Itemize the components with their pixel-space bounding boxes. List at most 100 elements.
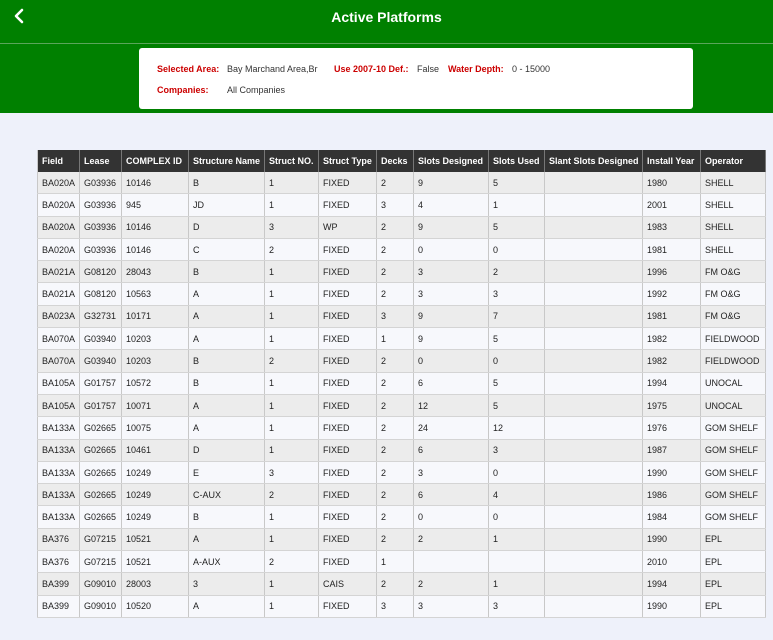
cell-slots-designed: 12 bbox=[413, 394, 489, 418]
cell-struct-no: 1 bbox=[264, 595, 319, 618]
cell-install-year: 1981 bbox=[642, 238, 701, 262]
table-row[interactable]: BA105A G01757 10071 A 1 FIXED 2 12 5 1975 UNOCAL bbox=[37, 394, 766, 418]
table-row[interactable]: BA133A G02665 10461 D 1 FIXED 2 6 3 1987 GOM SHELF bbox=[37, 439, 766, 462]
selected-area-label: Selected Area: bbox=[157, 64, 220, 74]
cell-decks: 1 bbox=[376, 327, 414, 351]
table-row[interactable]: BA376 G07215 10521 A 1 FIXED 2 2 1 1990 EPL bbox=[37, 528, 766, 552]
cell-complex-id: 10520 bbox=[121, 595, 189, 618]
cell-lease: G01757 bbox=[79, 372, 122, 395]
page-title: Active Platforms bbox=[331, 9, 442, 25]
cell-slots-designed: 9 bbox=[413, 216, 489, 239]
column-header-slots-designed[interactable]: Slots Designed bbox=[413, 150, 489, 172]
table-row[interactable]: BA020A G03936 945 JD 1 FIXED 3 4 1 2001 SHELL bbox=[37, 193, 766, 217]
column-header-slant-slots-designed[interactable]: Slant Slots Designed bbox=[544, 150, 643, 172]
cell-slant-slots-designed bbox=[544, 505, 643, 529]
column-header-field[interactable]: Field bbox=[37, 150, 80, 172]
cell-complex-id: 10521 bbox=[121, 550, 189, 574]
cell-struct-type: FIXED bbox=[318, 305, 377, 329]
column-header-struct-type[interactable]: Struct Type bbox=[318, 150, 377, 172]
cell-struct-type: FIXED bbox=[318, 416, 377, 440]
table-row[interactable]: BA133A G02665 10249 E 3 FIXED 2 3 0 1990 GOM SHELF bbox=[37, 461, 766, 485]
cell-lease: G02665 bbox=[79, 505, 122, 529]
table-row[interactable]: BA020A G03936 10146 D 3 WP 2 9 5 1983 SHELL bbox=[37, 216, 766, 239]
column-header-lease[interactable]: Lease bbox=[79, 150, 122, 172]
cell-structure-name: E bbox=[188, 461, 265, 485]
cell-complex-id: 10146 bbox=[121, 172, 189, 195]
cell-slots-designed: 0 bbox=[413, 505, 489, 529]
column-header-slots-used[interactable]: Slots Used bbox=[488, 150, 545, 172]
cell-install-year: 1980 bbox=[642, 172, 701, 195]
cell-slots-designed: 3 bbox=[413, 260, 489, 284]
cell-install-year: 1986 bbox=[642, 483, 701, 507]
table-row[interactable]: BA020A G03936 10146 C 2 FIXED 2 0 0 1981 SHELL bbox=[37, 238, 766, 262]
table-row[interactable]: BA070A G03940 10203 A 1 FIXED 1 9 5 1982 FIELDWOOD bbox=[37, 327, 766, 351]
cell-slant-slots-designed bbox=[544, 305, 643, 329]
cell-slots-used: 5 bbox=[488, 372, 545, 395]
cell-struct-type: FIXED bbox=[318, 372, 377, 395]
cell-operator: EPL bbox=[700, 572, 766, 596]
cell-struct-type: FIXED bbox=[318, 327, 377, 351]
column-header-struct-no[interactable]: Struct NO. bbox=[264, 150, 319, 172]
cell-structure-name: JD bbox=[188, 193, 265, 217]
cell-operator: GOM SHELF bbox=[700, 439, 766, 462]
cell-complex-id: 10146 bbox=[121, 238, 189, 262]
table-row[interactable]: BA133A G02665 10249 B 1 FIXED 2 0 0 1984 GOM SHELF bbox=[37, 505, 766, 529]
cell-slots-designed: 24 bbox=[413, 416, 489, 440]
cell-install-year: 1975 bbox=[642, 394, 701, 418]
cell-slots-used: 0 bbox=[488, 505, 545, 529]
cell-structure-name: D bbox=[188, 216, 265, 239]
cell-field: BA105A bbox=[37, 394, 80, 418]
cell-field: BA070A bbox=[37, 327, 80, 351]
table-row[interactable]: BA399 G09010 10520 A 1 FIXED 3 3 3 1990 EPL bbox=[37, 595, 766, 618]
cell-operator: SHELL bbox=[700, 172, 766, 195]
table-row[interactable]: BA023A G32731 10171 A 1 FIXED 3 9 7 1981 FM O&G bbox=[37, 305, 766, 329]
cell-slots-used: 4 bbox=[488, 483, 545, 507]
cell-complex-id: 10071 bbox=[121, 394, 189, 418]
cell-slots-designed: 4 bbox=[413, 193, 489, 217]
table-row[interactable]: BA105A G01757 10572 B 1 FIXED 2 6 5 1994 UNOCAL bbox=[37, 372, 766, 395]
cell-slots-used: 5 bbox=[488, 394, 545, 418]
column-header-decks[interactable]: Decks bbox=[376, 150, 414, 172]
cell-slant-slots-designed bbox=[544, 595, 643, 618]
table-row[interactable]: BA133A G02665 10075 A 1 FIXED 2 24 12 1976 GOM SHE… bbox=[37, 416, 766, 440]
cell-complex-id: 10171 bbox=[121, 305, 189, 329]
cell-field: BA376 bbox=[37, 550, 80, 574]
cell-decks: 3 bbox=[376, 305, 414, 329]
cell-install-year: 1992 bbox=[642, 282, 701, 306]
cell-slots-used: 5 bbox=[488, 172, 545, 195]
cell-install-year: 1987 bbox=[642, 439, 701, 462]
cell-slant-slots-designed bbox=[544, 439, 643, 462]
table-row[interactable]: BA020A G03936 10146 B 1 FIXED 2 9 5 1980 SHELL bbox=[37, 172, 766, 195]
table-row[interactable]: BA070A G03940 10203 B 2 FIXED 2 0 0 1982 FIELDWOOD bbox=[37, 349, 766, 373]
cell-decks: 2 bbox=[376, 572, 414, 596]
cell-slots-used: 3 bbox=[488, 439, 545, 462]
table-row[interactable]: BA376 G07215 10521 A-AUX 2 FIXED 1 2010 EPL bbox=[37, 550, 766, 574]
column-header-complex-id[interactable]: COMPLEX ID bbox=[121, 150, 189, 172]
cell-struct-no: 1 bbox=[264, 572, 319, 596]
cell-complex-id: 10249 bbox=[121, 461, 189, 485]
cell-structure-name: A bbox=[188, 327, 265, 351]
cell-struct-type: FIXED bbox=[318, 505, 377, 529]
cell-slant-slots-designed bbox=[544, 260, 643, 284]
cell-install-year: 1996 bbox=[642, 260, 701, 284]
cell-struct-no: 1 bbox=[264, 394, 319, 418]
table-row[interactable]: BA399 G09010 28003 3 1 CAIS 2 2 1 1994 EPL bbox=[37, 572, 766, 596]
use-def-label-wrap: Use 2007-10 Def.: bbox=[334, 64, 409, 74]
use-def-value: False bbox=[417, 64, 440, 74]
table-row[interactable]: BA021A G08120 28043 B 1 FIXED 2 3 2 1996 FM O&G bbox=[37, 260, 766, 284]
cell-structure-name: A bbox=[188, 305, 265, 329]
column-header-install-year[interactable]: Install Year bbox=[642, 150, 701, 172]
cell-slots-designed: 3 bbox=[413, 461, 489, 485]
cell-install-year: 1976 bbox=[642, 416, 701, 440]
table-row[interactable]: BA021A G08120 10563 A 1 FIXED 2 3 3 1992 FM O&G bbox=[37, 282, 766, 306]
column-header-operator[interactable]: Operator bbox=[700, 150, 766, 172]
cell-structure-name: D bbox=[188, 439, 265, 462]
cell-slant-slots-designed bbox=[544, 550, 643, 574]
cell-install-year: 1994 bbox=[642, 372, 701, 395]
cell-field: BA376 bbox=[37, 528, 80, 552]
table-row[interactable]: BA133A G02665 10249 C-AUX 2 FIXED 2 6 4 1986 GOM S… bbox=[37, 483, 766, 507]
cell-slots-used: 0 bbox=[488, 238, 545, 262]
cell-slots-designed: 6 bbox=[413, 483, 489, 507]
cell-slots-used: 0 bbox=[488, 349, 545, 373]
column-header-structure-name[interactable]: Structure Name bbox=[188, 150, 265, 172]
